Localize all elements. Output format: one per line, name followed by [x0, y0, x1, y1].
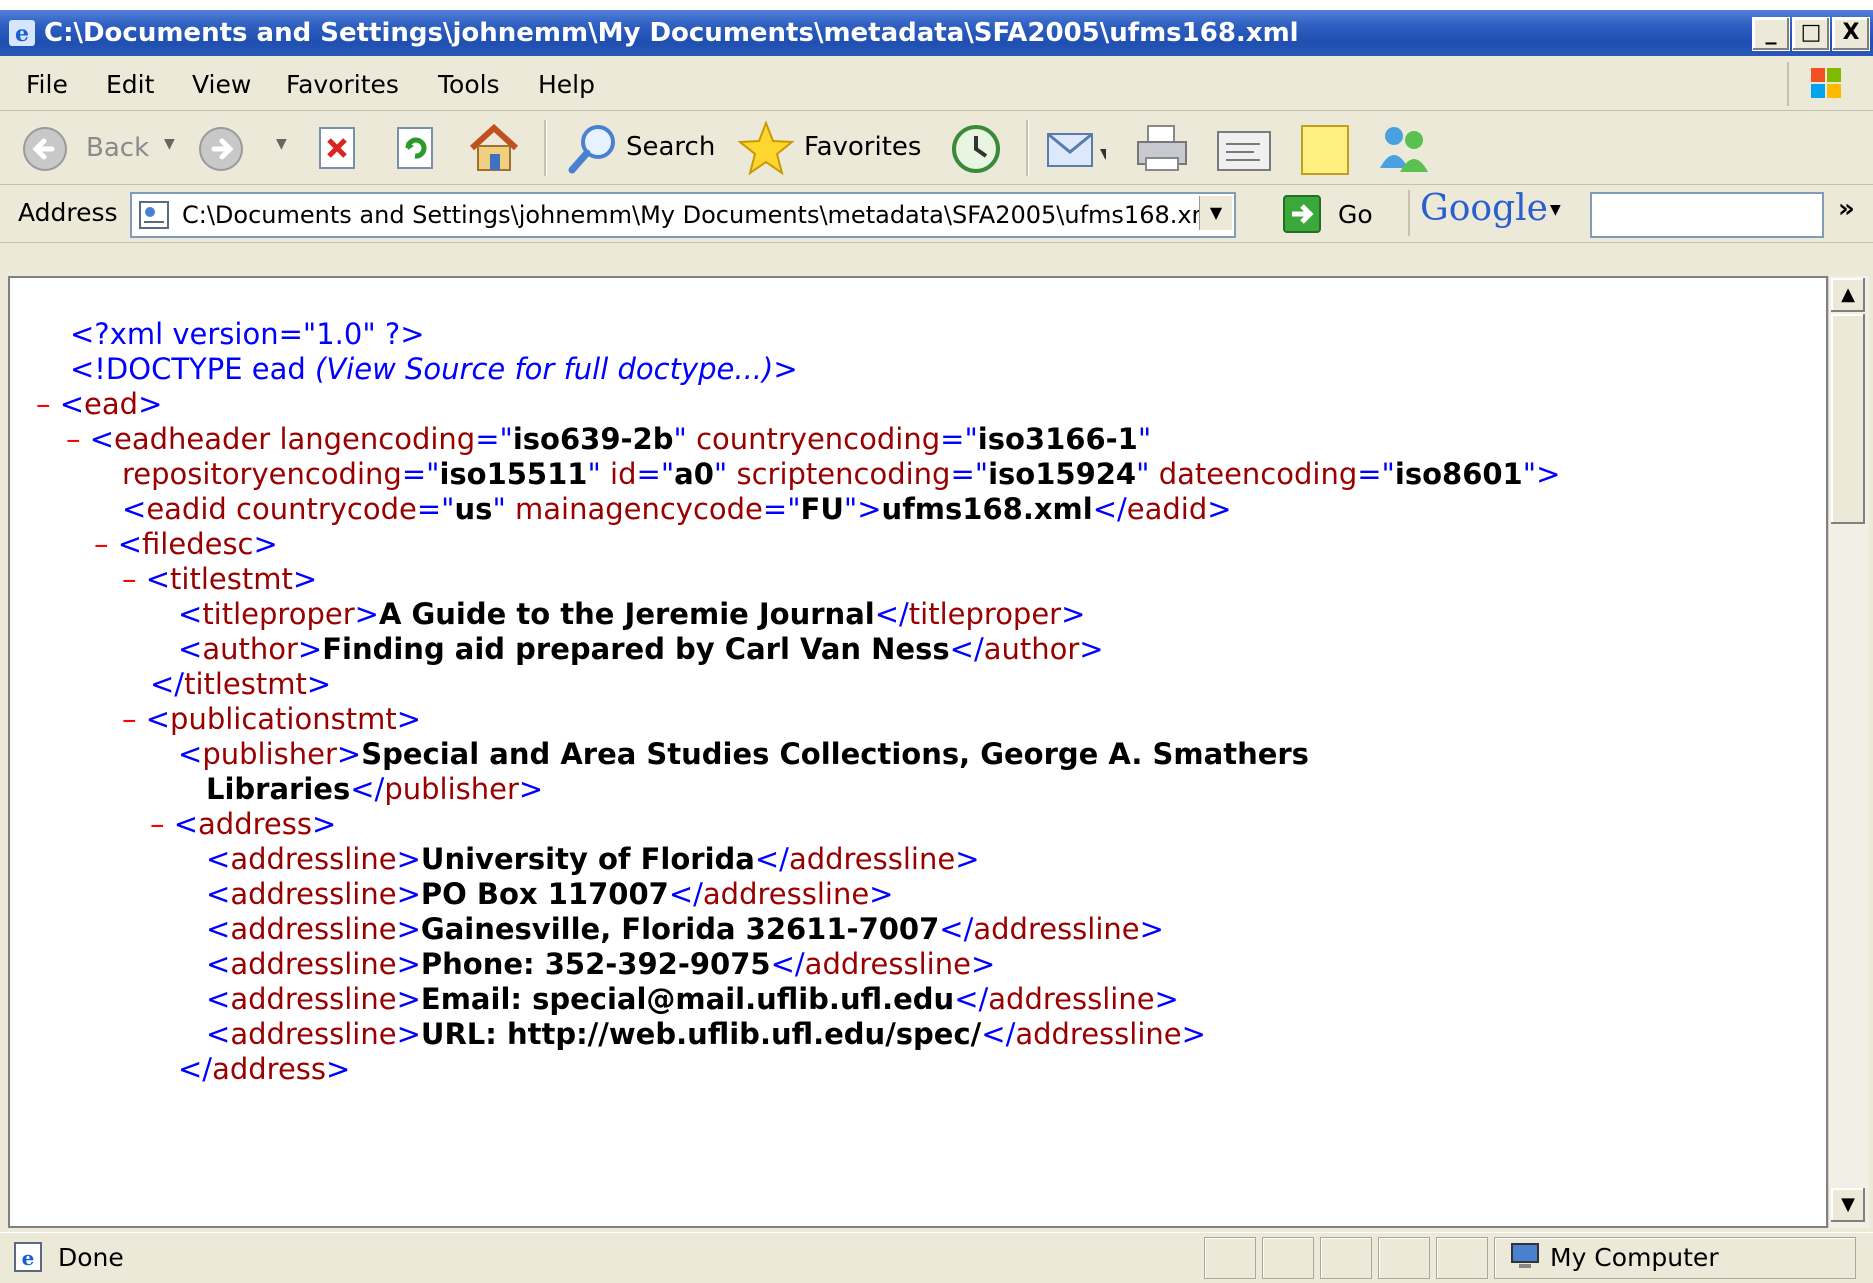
forward-arrow-icon[interactable]	[198, 126, 244, 172]
status-pane	[1436, 1237, 1488, 1279]
stop-icon[interactable]	[316, 124, 360, 172]
search-button[interactable]: Search	[626, 132, 715, 162]
xml-processing-instruction: <?xml version="1.0" ?>	[70, 317, 425, 351]
collapse-toggle[interactable]: –	[94, 527, 118, 561]
favorites-button[interactable]: Favorites	[804, 132, 921, 162]
svg-text:▼: ▼	[1100, 146, 1106, 162]
xml-node-eadid: <eadid countrycode="us" mainagencycode="…	[122, 492, 1232, 526]
address-url: C:\Documents and Settings\johnemm\My Doc…	[182, 201, 1222, 229]
scroll-up-icon[interactable]: ▲	[1831, 278, 1865, 312]
collapse-toggle[interactable]: –	[122, 562, 146, 596]
address-label: Address	[18, 198, 118, 227]
xml-node-addressline: <addressline>URL: http://web.uflib.ufl.e…	[206, 1017, 1206, 1051]
collapse-toggle[interactable]: –	[66, 422, 90, 456]
refresh-icon[interactable]	[394, 124, 438, 172]
xml-node-addressline: <addressline>PO Box 117007</addressline>	[206, 877, 894, 911]
svg-text:e: e	[22, 1246, 35, 1270]
status-pane	[1204, 1237, 1256, 1279]
print-icon[interactable]	[1132, 120, 1192, 176]
security-zone: My Computer	[1550, 1243, 1719, 1272]
menu-file[interactable]: File	[26, 70, 68, 99]
toolbar-separator	[1026, 120, 1029, 176]
xml-node-eadheader: – <eadheader langencoding="iso639-2b" co…	[66, 422, 1152, 456]
xml-node-publisher-cont: Libraries</publisher>	[206, 772, 544, 806]
xml-node-addressline: <addressline>Phone: 352-392-9075</addres…	[206, 947, 996, 981]
xml-node-titlestmt-close: </titlestmt>	[150, 667, 332, 701]
menu-bar: File Edit View Favorites Tools Help	[0, 58, 1873, 111]
messenger-icon[interactable]	[1372, 120, 1434, 178]
status-pane	[1262, 1237, 1314, 1279]
xml-node-addressline: <addressline>Gainesville, Florida 32611-…	[206, 912, 1164, 946]
home-icon[interactable]	[466, 122, 522, 174]
minimize-button[interactable]: _	[1752, 17, 1790, 51]
windows-logo-icon	[1787, 62, 1859, 106]
back-arrow-icon[interactable]	[22, 126, 68, 172]
xml-node-address-close: </address>	[178, 1052, 351, 1086]
page-icon	[139, 201, 169, 229]
google-dropdown-icon[interactable]: ▼	[1550, 202, 1561, 218]
menu-favorites[interactable]: Favorites	[286, 70, 399, 99]
ie-logo-icon: e	[9, 20, 35, 47]
collapse-toggle[interactable]: –	[122, 702, 146, 736]
xml-node-addressline: <addressline>Email: special@mail.uflib.u…	[206, 982, 1179, 1016]
browser-window: e C:\Documents and Settings\johnemm\My D…	[0, 10, 1873, 1283]
collapse-toggle[interactable]: –	[36, 387, 60, 421]
xml-node-address: – <address>	[150, 807, 337, 841]
vertical-scrollbar[interactable]: ▲ ▼	[1828, 276, 1869, 1228]
search-icon[interactable]	[564, 122, 620, 176]
forward-dropdown-icon[interactable]: ▼	[276, 136, 287, 152]
xml-node-titleproper: <titleproper>A Guide to the Jeremie Jour…	[178, 597, 1086, 631]
scroll-down-icon[interactable]: ▼	[1831, 1188, 1865, 1222]
menu-edit[interactable]: Edit	[106, 70, 154, 99]
toolbar-separator	[544, 120, 547, 176]
mail-icon[interactable]: ▼	[1044, 124, 1106, 174]
status-pane	[1320, 1237, 1372, 1279]
window-title: C:\Documents and Settings\johnemm\My Doc…	[44, 18, 1299, 48]
go-arrow-icon	[1283, 195, 1321, 233]
go-button[interactable]: Go	[1280, 192, 1376, 236]
view-source-hint: (View Source for full doctype...)	[315, 352, 774, 386]
go-label: Go	[1338, 200, 1373, 229]
toolbar-separator	[1408, 190, 1410, 236]
title-bar: e C:\Documents and Settings\johnemm\My D…	[0, 10, 1873, 56]
history-icon[interactable]	[946, 122, 1002, 176]
xml-node-titlestmt: – <titlestmt>	[122, 562, 318, 596]
menu-view[interactable]: View	[192, 70, 251, 99]
xml-node-author: <author>Finding aid prepared by Carl Van…	[178, 632, 1104, 666]
menu-tools[interactable]: Tools	[438, 70, 500, 99]
scroll-thumb[interactable]	[1831, 314, 1865, 524]
xml-node-addressline: <addressline>University of Florida</addr…	[206, 842, 980, 876]
address-input[interactable]: C:\Documents and Settings\johnemm\My Doc…	[130, 192, 1236, 238]
maximize-button[interactable]: □	[1792, 17, 1830, 51]
xml-node-publicationstmt: – <publicationstmt>	[122, 702, 422, 736]
back-dropdown-icon[interactable]: ▼	[164, 136, 175, 152]
xml-node-publisher: <publisher>Special and Area Studies Coll…	[178, 737, 1309, 771]
xml-node-ead: – <ead>	[36, 387, 163, 421]
svg-text:e: e	[15, 21, 29, 47]
toolbar-overflow-chevron[interactable]: »	[1838, 194, 1855, 224]
status-text: Done	[58, 1243, 124, 1272]
favorites-star-icon[interactable]	[736, 120, 796, 178]
xml-node-eadheader-attrs: repositoryencoding="iso15511" id="a0" sc…	[122, 457, 1561, 491]
xml-document-view: <?xml version="1.0" ?> <!DOCTYPE ead (Vi…	[8, 276, 1828, 1228]
google-search-input[interactable]	[1590, 192, 1824, 238]
google-logo[interactable]: Google	[1420, 188, 1548, 229]
menu-help[interactable]: Help	[538, 70, 595, 99]
status-bar: e Done My Computer	[0, 1232, 1873, 1283]
back-button[interactable]: Back	[86, 133, 149, 163]
notes-icon[interactable]	[1296, 122, 1354, 178]
edit-icon[interactable]	[1214, 126, 1276, 174]
close-button[interactable]: X	[1832, 17, 1870, 51]
xml-node-filedesc: – <filedesc>	[94, 527, 278, 561]
address-dropdown-icon[interactable]: ▼	[1199, 196, 1232, 230]
collapse-toggle[interactable]: –	[150, 807, 174, 841]
computer-icon	[1511, 1243, 1539, 1268]
status-pane	[1378, 1237, 1430, 1279]
toolbar: Back ▼ ▼ Search Favorites ▼	[0, 112, 1873, 185]
xml-doctype: <!DOCTYPE ead (View Source for full doct…	[70, 352, 798, 386]
address-bar: Address C:\Documents and Settings\johnem…	[0, 186, 1873, 243]
page-done-icon: e	[14, 1242, 42, 1272]
